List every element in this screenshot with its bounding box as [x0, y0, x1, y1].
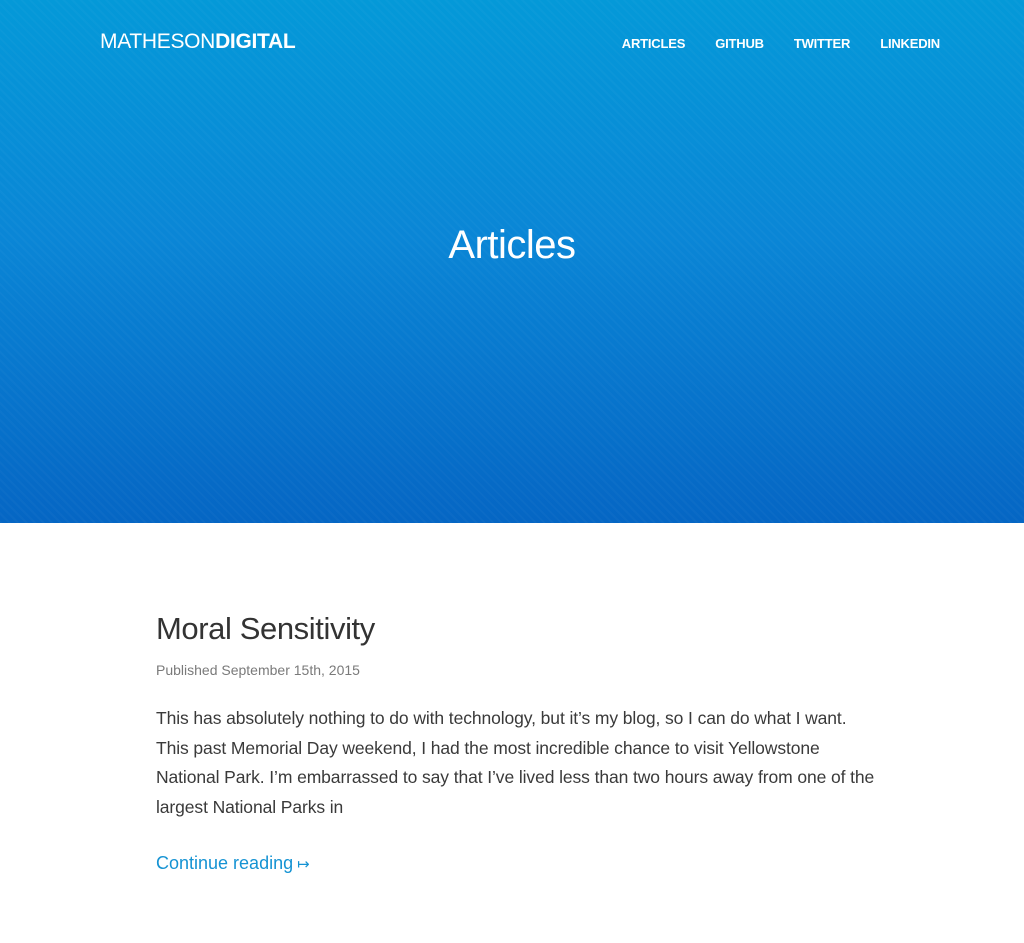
- nav-link-twitter[interactable]: TWITTER: [794, 36, 851, 52]
- nav-link-articles[interactable]: ARTICLES: [622, 36, 686, 52]
- hero-banner: MATHESONDIGITAL ARTICLES GITHUB TWITTER …: [0, 0, 1024, 523]
- article-preview: Moral Sensitivity Published September 15…: [156, 609, 876, 877]
- article-date: Published September 15th, 2015: [156, 662, 360, 678]
- site-logo[interactable]: MATHESONDIGITAL: [100, 30, 296, 54]
- article-title[interactable]: Moral Sensitivity: [156, 609, 876, 649]
- continue-reading-label: Continue reading: [156, 853, 294, 873]
- logo-text-light: MATHESON: [100, 30, 216, 53]
- article-excerpt: This has absolutely nothing to do with t…: [156, 708, 875, 817]
- nav-link-github[interactable]: GITHUB: [715, 36, 764, 52]
- main-nav: ARTICLES GITHUB TWITTER LINKEDIN: [592, 36, 940, 52]
- continue-reading-link[interactable]: Continue reading ↦: [156, 851, 310, 877]
- arrow-right-icon: ↦: [297, 856, 310, 873]
- nav-link-linkedin[interactable]: LINKEDIN: [880, 36, 940, 52]
- page-title: Articles: [448, 223, 576, 267]
- logo-text-bold: DIGITAL: [215, 30, 296, 53]
